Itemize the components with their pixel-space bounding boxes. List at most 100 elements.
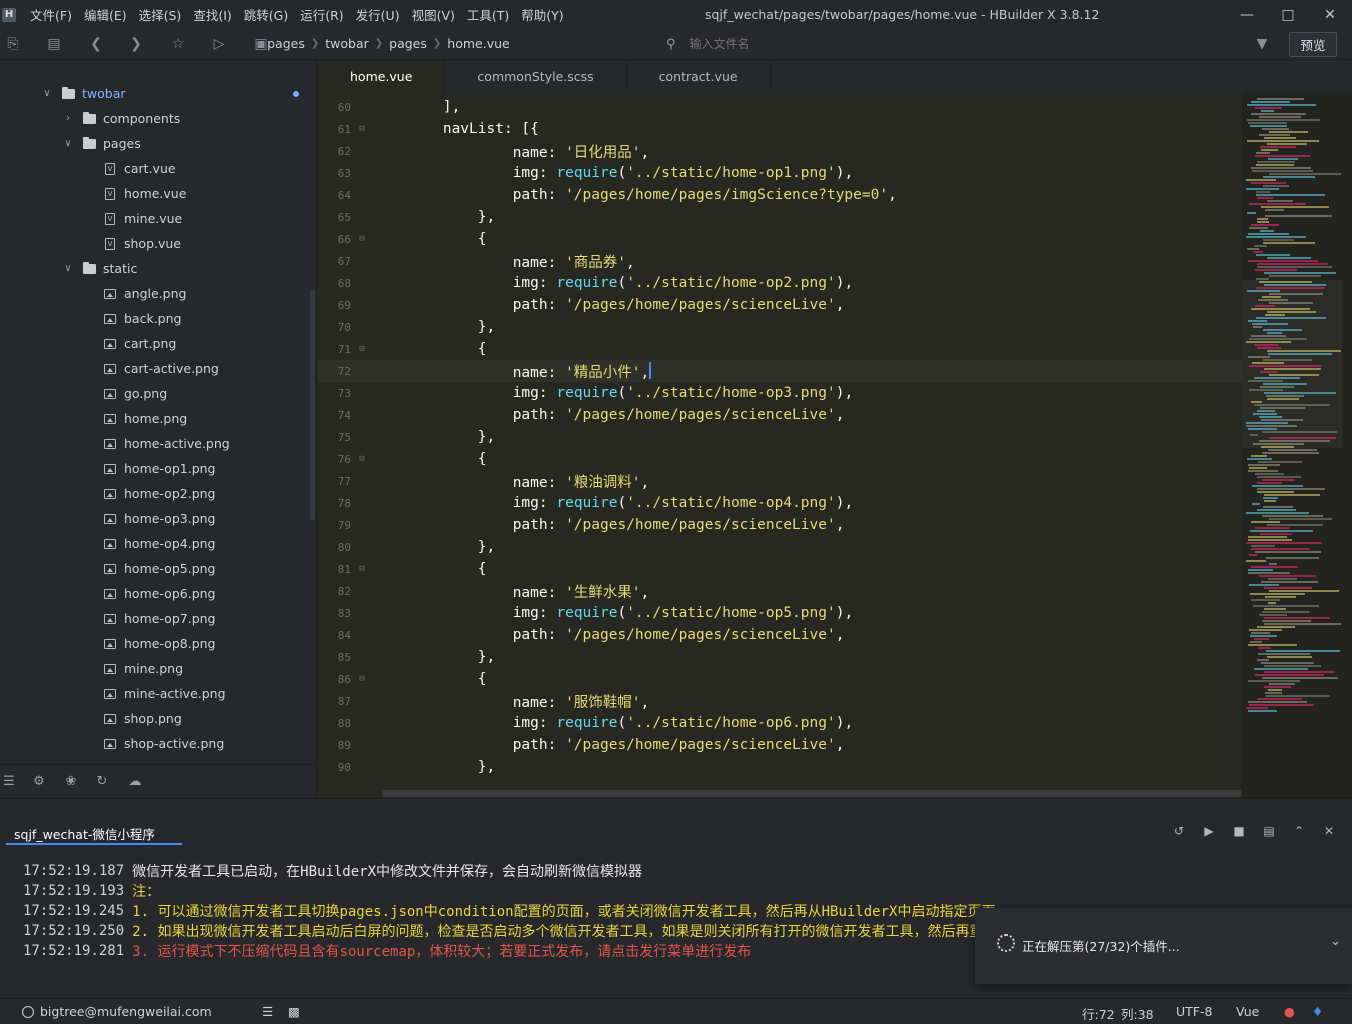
bookmark-star-icon[interactable]: ☆ [169,35,187,53]
tab-commonStyle-scss[interactable]: commonStyle.scss [445,60,627,92]
preview-button[interactable]: 预览 [1289,32,1337,57]
tree-item[interactable]: ∨ static [0,256,310,281]
menu-item[interactable]: 选择(S) [139,5,182,24]
chevron-down-icon[interactable]: ∨ [62,263,74,274]
breadcrumb-item[interactable]: home.vue [447,36,509,51]
file-search-bar[interactable]: ⚲ [666,34,1226,54]
tree-item[interactable]: ∨ pages [0,131,310,156]
project-manager-icon[interactable]: ☰ [0,772,18,790]
fold-toggle-icon[interactable]: ⊟ [351,234,373,244]
user-account[interactable]: bigtree@mufengweilai.com [22,1004,212,1019]
chevron-down-icon[interactable]: ∨ [62,138,74,149]
sidebar-scrollbar[interactable] [310,290,315,520]
source-control-icon[interactable]: ↻ [93,772,111,790]
minimap[interactable] [1242,92,1352,798]
menu-item[interactable]: 编辑(E) [84,5,127,24]
tree-item[interactable]: home-op8.png [0,631,310,656]
chevron-down-icon[interactable]: ⌄ [1330,934,1341,949]
terminal-icon[interactable]: ▩ [288,1004,300,1019]
new-file-icon[interactable]: ⎘ [4,35,22,53]
tree-item[interactable]: angle.png [0,281,310,306]
fold-toggle-icon[interactable]: ⊟ [351,344,373,354]
tree-item[interactable]: mine.png [0,656,310,681]
tree-item[interactable]: Vcart.vue [0,156,310,181]
tree-item-label: home-op3.png [124,511,216,526]
cloud-icon[interactable]: ☁ [126,772,144,790]
tree-item[interactable]: home-op3.png [0,506,310,531]
tree-item[interactable]: Vhome.vue [0,181,310,206]
code-editor[interactable]: 60 ], 61 ⊟ navList: [{62 name: '日化用品', 63 i… [318,92,1242,790]
tree-item[interactable]: ∨ twobar [0,81,310,106]
menu-item[interactable]: 视图(V) [412,5,455,24]
tree-item[interactable]: cart.png [0,331,310,356]
plugin-icon[interactable]: ⚙ [30,772,48,790]
fold-toggle-icon[interactable]: ⊟ [351,124,373,134]
tree-item[interactable]: Vmine.vue [0,206,310,231]
menu-item[interactable]: 运行(R) [300,5,343,24]
plugin-install-notification[interactable]: 正在解压第(27/32)个插件... ⌄ [975,908,1352,984]
tree-item[interactable]: back.png [0,306,310,331]
clear-console-icon[interactable]: ↺ [1170,822,1188,840]
minimize-icon[interactable]: — [1236,4,1258,26]
tree-item[interactable]: home-op4.png [0,531,310,556]
debug-icon[interactable]: ❀ [62,772,80,790]
chevron-right-icon[interactable]: › [62,113,74,124]
tree-item[interactable]: home-active.png [0,431,310,456]
tab-contract-vue[interactable]: contract.vue [627,60,771,92]
editor-horizontal-scrollbar[interactable] [382,790,1242,797]
file-search-input[interactable] [689,37,1090,51]
save-icon[interactable]: ▤ [45,35,63,53]
tree-item[interactable]: cart-active.png [0,356,310,381]
menu-item[interactable]: 工具(T) [467,5,509,24]
tree-item[interactable]: home.png [0,406,310,431]
chevron-down-icon[interactable]: ∨ [41,88,53,99]
menu-item[interactable]: 文件(F) [30,5,72,24]
breadcrumb-item[interactable]: pages [267,36,305,51]
log-timestamp: 17:52:19.281 [23,943,125,959]
run-icon[interactable]: ▷ [210,35,228,53]
console-tab[interactable]: sqjf_wechat-微信小程序 [14,824,155,843]
tree-item[interactable]: › components [0,106,310,131]
close-console-icon[interactable]: ✕ [1320,822,1338,840]
breadcrumb-item[interactable]: pages [389,36,427,51]
stop-icon[interactable]: ■ [1230,822,1248,840]
tree-item[interactable]: go.png [0,381,310,406]
back-icon[interactable]: ❮ [87,35,105,53]
fold-toggle-icon[interactable]: ⊟ [351,674,373,684]
tree-item[interactable]: home-op2.png [0,481,310,506]
list-icon[interactable]: ☰ [262,1004,273,1019]
tree-item[interactable]: shop-active.png [0,731,310,756]
tree-item[interactable]: home-op5.png [0,556,310,581]
cursor-column[interactable]: 列:38 [1121,1004,1154,1023]
menu-item[interactable]: 发行(U) [356,5,400,24]
filter-icon[interactable]: ▼ [1253,35,1271,53]
fold-toggle-icon[interactable]: ⊟ [351,454,373,464]
maximize-console-icon[interactable]: ⌃ [1290,822,1308,840]
forward-icon[interactable]: ❯ [127,35,145,53]
tree-item[interactable]: Vshop.vue [0,231,310,256]
menu-item[interactable]: 跳转(G) [244,5,288,24]
code-text: img: require('../static/home-op6.png'), [373,715,854,731]
code-token: , [888,187,897,203]
bell-icon[interactable]: ♦ [1312,1004,1323,1019]
fold-toggle-icon[interactable]: ⊟ [351,564,373,574]
tree-item[interactable]: home-op7.png [0,606,310,631]
tree-item[interactable]: home-op1.png [0,456,310,481]
breadcrumb-item[interactable]: twobar [325,36,369,51]
image-file-icon [103,538,117,550]
maximize-icon[interactable]: □ [1277,4,1299,26]
tree-item[interactable]: home-op6.png [0,581,310,606]
encoding[interactable]: UTF-8 [1176,1004,1212,1019]
tree-item[interactable]: shop.png [0,706,310,731]
menu-item[interactable]: 查找(I) [193,5,231,24]
menu-item[interactable]: 帮助(Y) [521,5,563,24]
tab-home-vue[interactable]: home.vue [318,60,446,92]
language-mode[interactable]: Vue [1236,1004,1259,1019]
status-bar: bigtree@mufengweilai.com ☰ ▩ 行:72 列:38 U… [0,998,1352,1024]
open-devtools-icon[interactable]: ▤ [1260,822,1278,840]
notification-badge-icon[interactable]: ● [1284,1004,1295,1019]
cursor-line[interactable]: 行:72 [1082,1004,1115,1023]
restart-icon[interactable]: ▶ [1200,822,1218,840]
tree-item[interactable]: mine-active.png [0,681,310,706]
close-icon[interactable]: ✕ [1319,4,1341,26]
